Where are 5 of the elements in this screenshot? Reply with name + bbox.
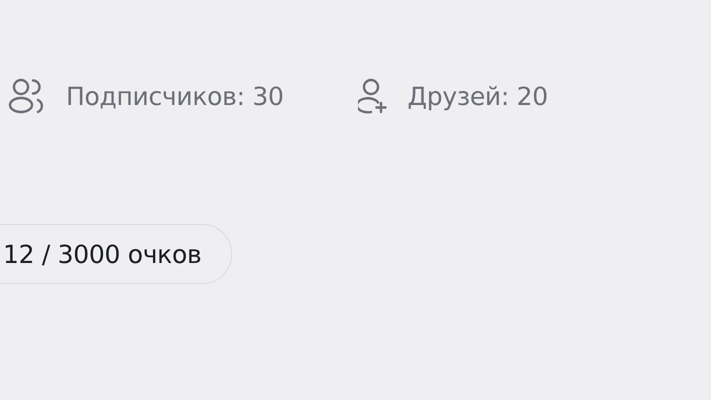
users-icon [8,78,46,114]
add-user-icon [358,78,388,114]
stat-label: Друзей: 20 [408,82,548,110]
points-badge: 12 / 3000 очков [0,224,232,284]
stat-label: Подписчиков: 30 [66,82,284,110]
